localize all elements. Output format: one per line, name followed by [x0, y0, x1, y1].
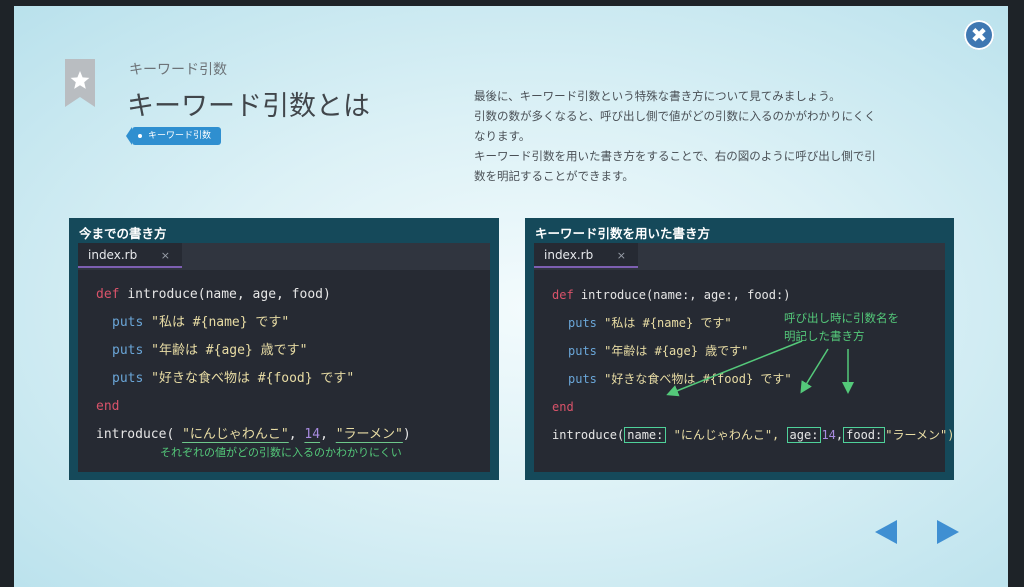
file-tab-label: index.rb: [544, 248, 594, 262]
argument-value: "ラーメン"): [885, 428, 955, 442]
page-title: キーワード引数とは: [127, 91, 370, 122]
code-line: def introduce(name:, age:, food:): [552, 281, 954, 309]
description-line: 数を明記することができます。: [474, 169, 634, 183]
code-block: def introduce(name, age, food) puts "私は …: [96, 281, 411, 449]
panel-title: 今までの書き方: [79, 226, 167, 241]
puts-keyword: puts: [568, 372, 597, 386]
editor-tabbar: index.rb ×: [78, 243, 490, 270]
keyword-label-box: name:: [624, 427, 667, 443]
code-block: def introduce(name:, age:, food:) puts "…: [552, 281, 954, 449]
code-line: end: [96, 393, 411, 421]
argument-value: "にんじゃわんこ": [182, 427, 289, 442]
code-panel-old-style: 今までの書き方 index.rb × def introduce(name, a…: [69, 218, 499, 480]
keyword-label-box: age:: [786, 427, 822, 443]
close-paren: ): [402, 427, 411, 442]
close-icon: ✖: [970, 23, 988, 47]
panel-title: キーワード引数を用いた書き方: [535, 226, 711, 241]
code-line: puts "年齢は #{age} 歳です": [96, 337, 411, 365]
code-line: introduce(name: "にんじゃわんこ", age: 14, food: "…: [552, 421, 954, 449]
argument-value: "ラーメン": [335, 427, 403, 442]
argument-value: "にんじゃわんこ",: [673, 428, 780, 442]
puts-keyword: puts: [568, 344, 597, 358]
call-name: introduce(: [96, 427, 175, 442]
code-line: puts "好きな食べ物は #{food} です": [552, 365, 954, 393]
comma: ,: [288, 427, 297, 442]
close-button[interactable]: ✖: [964, 20, 994, 50]
lesson-subtitle: キーワード引数: [129, 62, 227, 78]
bookmark-star-icon: [65, 59, 95, 107]
argument-value: 14: [821, 428, 836, 442]
string-literal: "年齢は #{age} 歳です": [151, 343, 308, 358]
puts-keyword: puts: [568, 316, 597, 330]
description-line: なります。: [474, 129, 531, 143]
annotation-line: 呼び出し時に引数名を: [784, 311, 899, 325]
code-editor: index.rb × def introduce(name:, age:, fo…: [534, 243, 954, 472]
string-literal: "好きな食べ物は #{food} です": [604, 372, 792, 386]
description: 最後に、キーワード引数という特殊な書き方について見てみましょう。 引数の数が多く…: [474, 86, 944, 186]
code-line: def introduce(name, age, food): [96, 281, 411, 309]
topic-tag: キーワード引数: [125, 127, 222, 145]
editor-tabbar: index.rb ×: [534, 243, 945, 270]
file-tab[interactable]: index.rb ×: [78, 243, 182, 268]
code-line: puts "好きな食べ物は #{food} です": [96, 365, 411, 393]
call-name: introduce(: [552, 428, 625, 442]
tab-close-icon[interactable]: ×: [617, 243, 626, 268]
annotation-note: それぞれの値がどの引数に入るのかわかりにくい: [160, 446, 402, 459]
annotation-note: 呼び出し時に引数名を 明記した書き方: [784, 309, 899, 345]
keyword-label-box: food:: [843, 427, 886, 443]
keyword-def: def: [96, 287, 120, 302]
annotation-line: 明記した書き方: [784, 329, 865, 343]
puts-keyword: puts: [112, 343, 144, 358]
triangle-right-icon[interactable]: [937, 520, 959, 544]
string-literal: "好きな食べ物は #{food} です": [151, 371, 355, 386]
code-line: end: [552, 393, 954, 421]
file-tab-label: index.rb: [88, 248, 138, 262]
keyword-end: end: [96, 399, 120, 414]
puts-keyword: puts: [112, 371, 144, 386]
code-line: puts "私は #{name} です": [96, 309, 411, 337]
method-signature: introduce(name, age, food): [127, 287, 331, 302]
method-signature: introduce(name:, age:, food:): [580, 288, 791, 302]
string-literal: "私は #{name} です": [604, 316, 732, 330]
code-editor: index.rb × def introduce(name, age, food…: [78, 243, 490, 472]
description-line: 最後に、キーワード引数という特殊な書き方について見てみましょう。: [474, 89, 841, 103]
description-line: 引数の数が多くなると、呼び出し側で値がどの引数に入るのかがわかりにくく: [474, 109, 876, 123]
description-line: キーワード引数を用いた書き方をすることで、右の図のように呼び出し側で引: [474, 149, 876, 163]
string-literal: "私は #{name} です": [151, 315, 290, 330]
slide: ✖ キーワード引数 キーワード引数とは キーワード引数 最後に、キーワード引数と…: [14, 6, 1008, 587]
keyword-def: def: [552, 288, 574, 302]
argument-value: 14: [304, 427, 321, 442]
tab-close-icon[interactable]: ×: [161, 243, 170, 268]
keyword-end: end: [552, 400, 574, 414]
file-tab[interactable]: index.rb ×: [534, 243, 638, 268]
triangle-left-icon[interactable]: [875, 520, 897, 544]
comma: ,: [320, 427, 328, 442]
string-literal: "年齢は #{age} 歳です": [604, 344, 749, 358]
code-panel-keyword-args: キーワード引数を用いた書き方 index.rb × def introduce(…: [525, 218, 954, 480]
puts-keyword: puts: [112, 315, 144, 330]
